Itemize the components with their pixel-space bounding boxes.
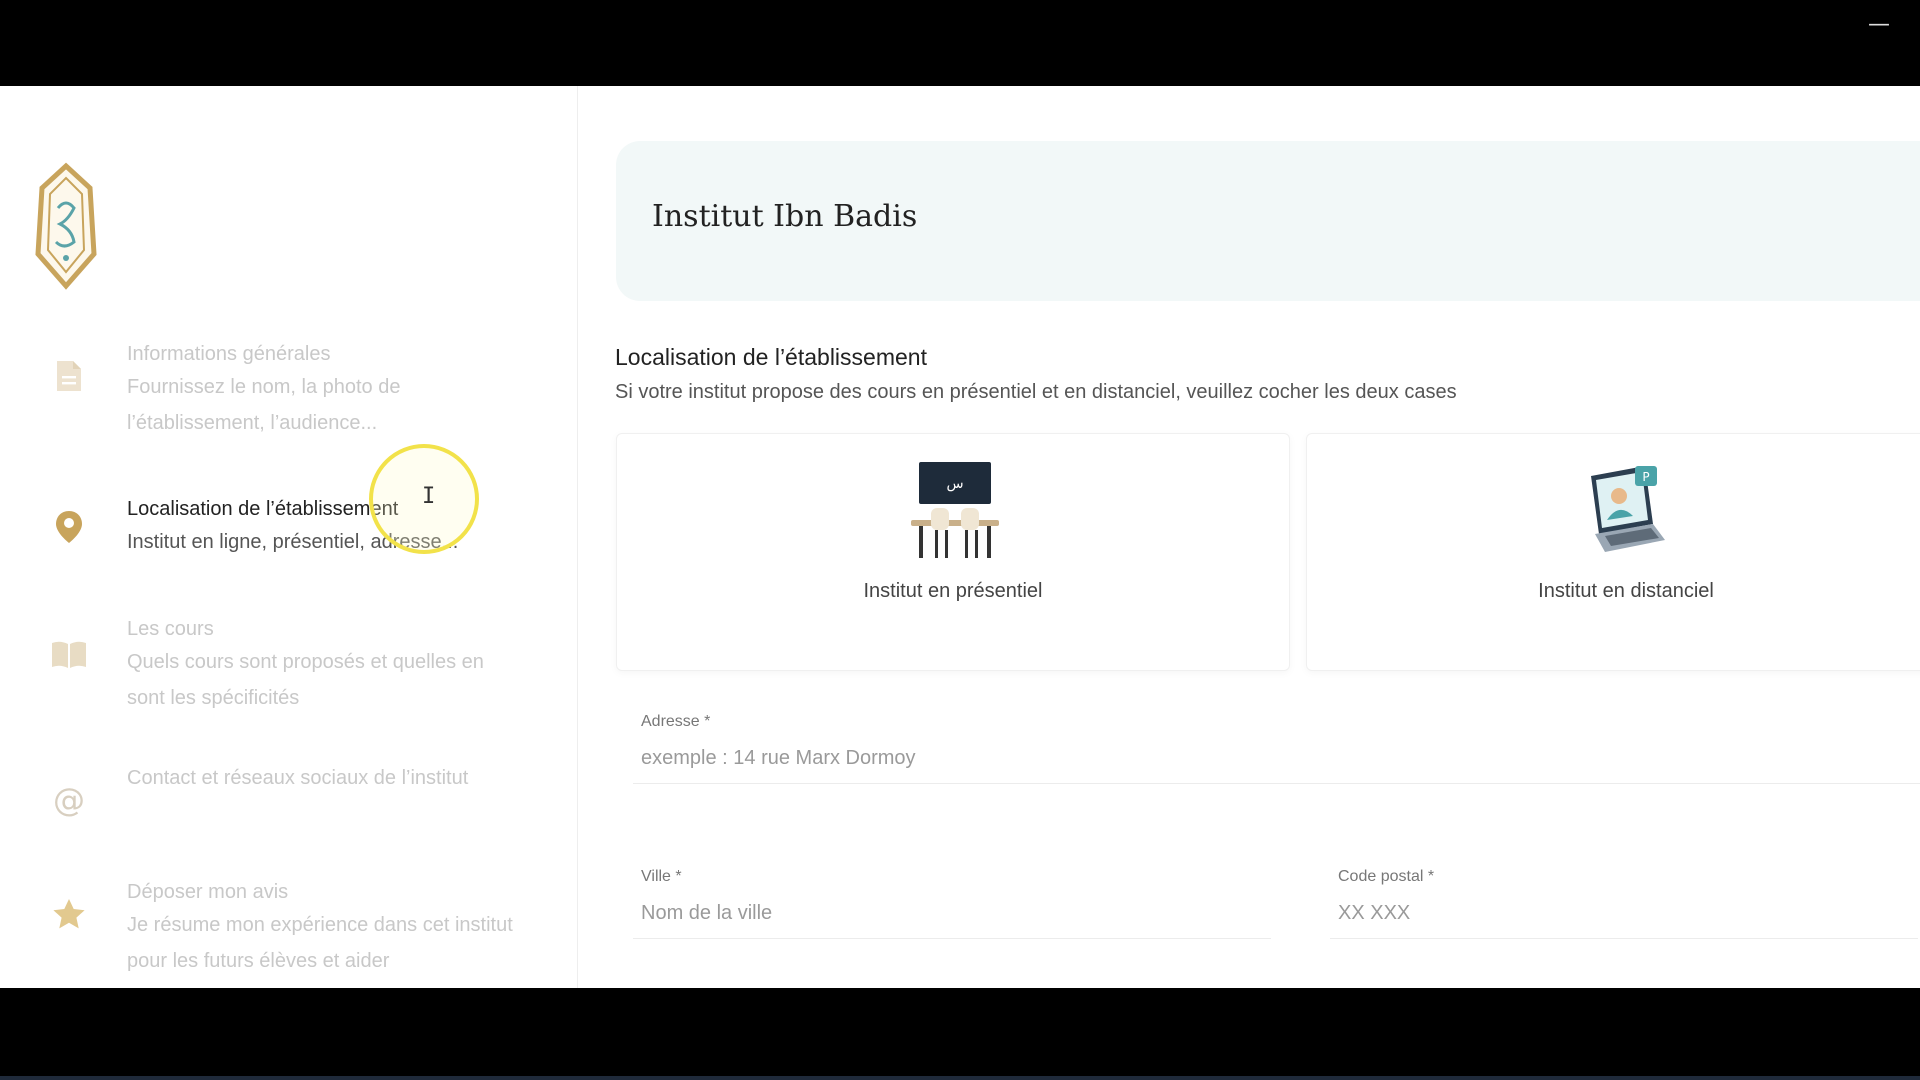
option-label: Institut en présentiel [863,580,1043,602]
code-postal-field: Code postal * [1330,868,1918,939]
required-mark: * [1427,868,1435,885]
app-window: Informations générales Fournissez le nom… [0,86,1920,988]
open-book-icon [48,634,90,676]
ville-field: Ville * [633,868,1271,939]
section-title: Localisation de l’établissement [615,344,927,370]
sidebar: Informations générales Fournissez le nom… [0,86,578,988]
option-presentiel[interactable]: س Institut en présentiel [616,433,1290,671]
main-content: Institut Ibn Badis Localisation de l’éta… [578,86,1920,988]
step-title: Informations générales [127,343,331,365]
field-underline [633,783,1920,784]
field-underline [633,938,1271,939]
required-mark: * [675,868,682,885]
step-description: Je résume mon expérience dans cet instit… [127,914,513,972]
code-postal-input[interactable] [1338,902,1918,925]
star-icon [48,893,90,935]
window-bottom-bar [0,988,1920,1080]
step-title: Contact et réseaux sociaux de l’institut [127,767,469,789]
at-sign-icon: @ [53,781,85,819]
field-label: Code postal [1338,868,1424,885]
ville-input[interactable] [641,902,1271,925]
field-underline [1330,938,1918,939]
option-label: Institut en distanciel [1538,580,1714,602]
step-title: Déposer mon avis [127,881,289,903]
step-description: Fournissez le nom, la photo de l’établis… [127,376,401,434]
adresse-input[interactable] [641,747,1920,770]
step-title: Les cours [127,618,214,640]
classroom-icon: س [911,462,999,558]
field-label: Adresse [641,713,700,730]
svg-text:P: P [1642,470,1649,484]
adresse-field: Adresse * [633,713,1920,784]
window-titlebar: — [0,0,1920,86]
logo-icon [35,162,97,290]
text-cursor-icon: I [422,484,436,509]
field-label: Ville [641,868,671,885]
institute-name: Institut Ibn Badis [652,199,918,234]
step-description: Quels cours sont proposés et quelles en … [127,651,484,709]
section-subtitle: Si votre institut propose des cours en p… [615,381,1457,403]
required-mark: * [704,713,711,730]
location-pin-icon [48,506,90,548]
document-icon [48,355,90,397]
svg-text:س: س [946,476,963,492]
option-distanciel[interactable]: P Institut en distanciel [1306,433,1920,671]
online-teacher-laptop-icon: P [1591,466,1665,552]
minimize-button[interactable]: — [1868,14,1890,36]
